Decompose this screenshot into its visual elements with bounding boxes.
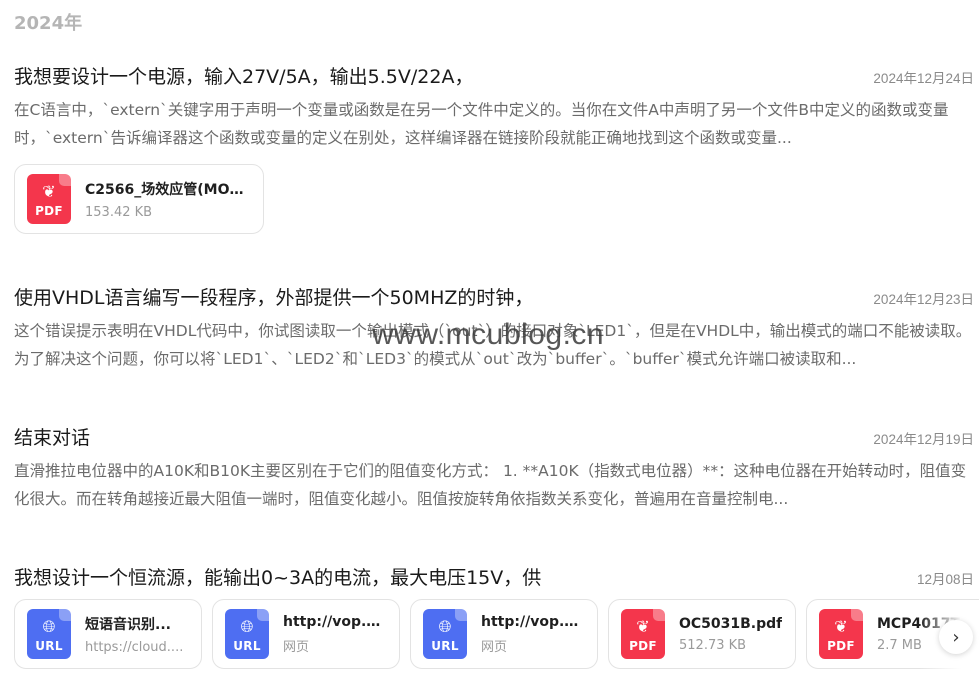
attachment-name: 短语音识别... bbox=[85, 616, 171, 633]
pdf-icon: ❦ PDF bbox=[27, 174, 71, 224]
attachment-source: 网页 bbox=[481, 639, 508, 655]
attachment-card[interactable]: 🌐︎ URL 短语音识别... https://cloud.... bbox=[14, 599, 202, 669]
attachment-card[interactable]: 🌐︎ URL http://vop.b... 网页 bbox=[212, 599, 400, 669]
pdf-icon: ❦ PDF bbox=[621, 609, 665, 659]
scroll-right-button[interactable]: › bbox=[939, 620, 973, 654]
attachment-source: https://cloud.... bbox=[85, 639, 184, 655]
attachment-name: OC5031B.pdf bbox=[679, 615, 783, 632]
conversation-title[interactable]: 我想设计一个恒流源，能输出0~3A的电流，最大电压15V，供 bbox=[14, 563, 541, 590]
conversation-item[interactable]: 我想设计一个恒流源，能输出0~3A的电流，最大电压15V，供 12月08日 🌐︎… bbox=[14, 563, 979, 669]
attachment-size: 153.42 KB bbox=[85, 204, 153, 220]
conversation-title[interactable]: 结束对话 bbox=[14, 423, 90, 450]
conversation-snippet: 直滑推拉电位器中的A10K和B10K主要区别在于它们的阻值变化方式： 1. **… bbox=[14, 462, 967, 508]
globe-icon: 🌐︎ URL bbox=[423, 609, 467, 659]
conversation-item[interactable]: 我想要设计一个电源，输入27V/5A，输出5.5V/22A， 2024年12月2… bbox=[14, 62, 974, 234]
attachment-card[interactable]: 🌐︎ URL http://vop.b... 网页 bbox=[410, 599, 598, 669]
conversation-date: 2024年12月23日 bbox=[873, 292, 974, 307]
attachment-name: http://vop.b... bbox=[283, 613, 387, 630]
attachment-name: http://vop.b... bbox=[481, 613, 585, 630]
attachment-list: ❦ PDF C2566_场效应管(MOS... 153.42 KB bbox=[14, 164, 974, 234]
conversation-date: 12月08日 bbox=[916, 572, 974, 587]
year-label: 2024年 bbox=[14, 13, 83, 34]
pdf-icon: ❦ PDF bbox=[819, 609, 863, 659]
attachment-source: 网页 bbox=[283, 639, 310, 655]
conversation-snippet: 在C语言中，`extern`关键字用于声明一个变量或函数是在另一个文件中定义的。… bbox=[14, 101, 949, 147]
conversation-date: 2024年12月19日 bbox=[873, 432, 974, 447]
attachment-size: 512.73 KB bbox=[679, 637, 747, 653]
chevron-right-icon: › bbox=[952, 626, 960, 648]
conversation-item[interactable]: 结束对话 2024年12月19日 直滑推拉电位器中的A10K和B10K主要区别在… bbox=[14, 423, 974, 513]
attachment-name: C2566_场效应管(MOS... bbox=[85, 181, 251, 198]
globe-icon: 🌐︎ URL bbox=[27, 609, 71, 659]
conversation-snippet: 这个错误提示表明在VHDL代码中，你试图读取一个输出模式（`out`）的接口对象… bbox=[14, 322, 972, 368]
attachment-card[interactable]: ❦ PDF C2566_场效应管(MOS... 153.42 KB bbox=[14, 164, 264, 234]
conversation-title[interactable]: 使用VHDL语言编写一段程序，外部提供一个50MHZ的时钟， bbox=[14, 283, 533, 310]
attachment-card[interactable]: ❦ PDF OC5031B.pdf 512.73 KB bbox=[608, 599, 796, 669]
conversation-item[interactable]: 使用VHDL语言编写一段程序，外部提供一个50MHZ的时钟， 2024年12月2… bbox=[14, 283, 974, 373]
globe-icon: 🌐︎ URL bbox=[225, 609, 269, 659]
conversation-title[interactable]: 我想要设计一个电源，输入27V/5A，输出5.5V/22A， bbox=[14, 62, 473, 89]
conversation-date: 2024年12月24日 bbox=[873, 71, 974, 86]
attachment-list: 🌐︎ URL 短语音识别... https://cloud.... 🌐︎ URL… bbox=[14, 599, 979, 669]
